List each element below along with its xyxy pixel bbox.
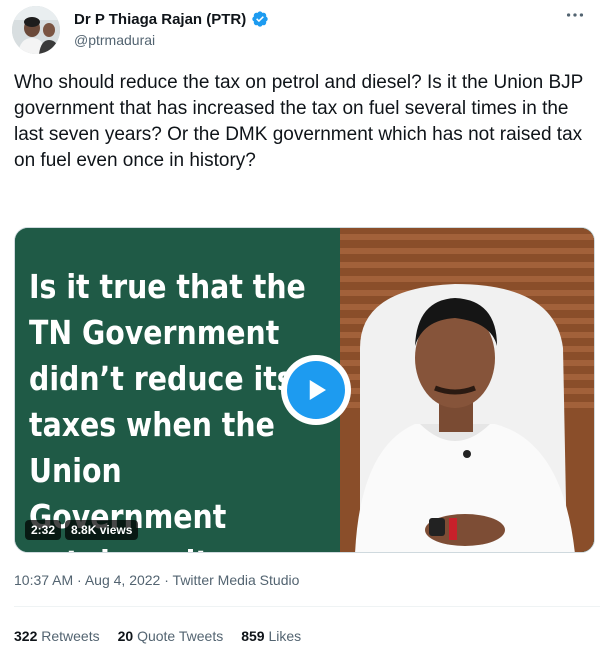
retweets-label: Retweets	[41, 628, 100, 644]
likes-label: Likes	[268, 628, 302, 644]
tweet-text: Who should reduce the tax on petrol and …	[14, 72, 583, 171]
likes-stat[interactable]: 859 Likes	[241, 628, 301, 644]
quote-tweets-stat[interactable]: 20 Quote Tweets	[118, 628, 224, 644]
video-views: 8.8K views	[65, 520, 139, 540]
play-button[interactable]	[281, 355, 351, 425]
meta-separator: ·	[160, 572, 173, 588]
profile-photo-icon	[12, 6, 60, 54]
retweets-count: 322	[14, 628, 38, 644]
tweet-timestamp-date[interactable]: Aug 4, 2022	[85, 572, 161, 588]
tweet-meta: 10:37 AM · Aug 4, 2022 · Twitter Media S…	[14, 572, 299, 588]
display-name[interactable]: Dr P Thiaga Rajan (PTR)	[74, 11, 246, 28]
tweet-timestamp-time[interactable]: 10:37 AM	[14, 572, 73, 588]
video-media[interactable]: Is it true that the TN Government didn’t…	[14, 227, 595, 553]
author-info: Dr P Thiaga Rajan (PTR) @ptrmadurai	[74, 10, 269, 48]
quote-tweets-count: 20	[117, 628, 134, 644]
divider	[14, 606, 600, 607]
video-duration: 2:32	[25, 520, 62, 540]
meta-separator: ·	[73, 572, 85, 588]
verified-badge-icon	[251, 10, 269, 28]
tweet-source[interactable]: Twitter Media Studio	[173, 572, 300, 588]
likes-count: 859	[241, 628, 265, 644]
video-overlay-text: Is it true that the TN Government didn’t…	[29, 267, 306, 552]
avatar[interactable]	[12, 6, 60, 54]
more-options-button[interactable]	[564, 4, 586, 32]
retweets-stat[interactable]: 322 Retweets	[14, 628, 100, 644]
more-horizontal-icon	[566, 13, 584, 17]
quote-tweets-label: Quote Tweets	[137, 628, 224, 644]
play-icon	[309, 380, 326, 400]
play-button-circle	[287, 361, 345, 419]
tweet-stats: 322 Retweets 20 Quote Tweets 859 Likes	[14, 628, 301, 644]
video-badges: 2:32 8.8K views	[25, 520, 139, 540]
user-handle[interactable]: @ptrmadurai	[74, 32, 269, 48]
